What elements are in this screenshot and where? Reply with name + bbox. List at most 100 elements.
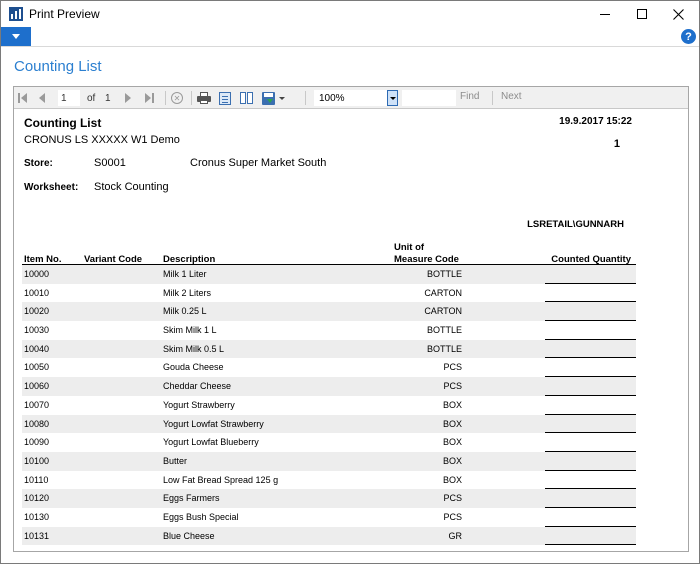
printer-icon (197, 92, 211, 104)
item-no-cell: 10120 (24, 493, 50, 504)
item-no-cell: 10000 (24, 269, 50, 279)
item-no-cell: 10080 (24, 418, 50, 429)
item-no-cell: 10030 (24, 325, 50, 336)
table-row: 10070 Yogurt Strawberry BOX (22, 396, 636, 415)
counted-quantity-line (545, 544, 636, 546)
ribbon-menu-button[interactable] (1, 27, 31, 46)
description-cell: Milk 2 Liters (163, 287, 212, 298)
item-no-cell: 10050 (24, 362, 50, 373)
minimize-icon (600, 13, 610, 15)
chevron-down-icon (12, 34, 20, 39)
uom-cell: PCS (443, 362, 462, 373)
stop-icon: ✕ (171, 92, 183, 104)
stop-button[interactable]: ✕ (171, 90, 183, 106)
report-page-number: 1 (613, 138, 620, 150)
next-page-button[interactable] (125, 90, 131, 106)
table-row: 10010 Milk 2 Liters CARTON (22, 284, 636, 303)
window-title: Print Preview (29, 7, 100, 21)
report-datetime: 19.9.2017 15:22 (559, 116, 632, 127)
minimize-button[interactable] (588, 1, 622, 27)
description-cell: Eggs Bush Special (163, 511, 239, 522)
zoom-select[interactable]: 100% (314, 90, 398, 106)
first-page-icon (18, 93, 28, 103)
total-pages-label: 1 (105, 92, 111, 104)
export-dropdown-icon (279, 96, 285, 100)
ribbon-bar: ? (1, 27, 699, 47)
print-layout-icon (219, 91, 231, 105)
item-no-cell: 10020 (24, 306, 50, 317)
item-no-cell: 10040 (24, 343, 50, 354)
column-header-uom-line1: Unit of (394, 242, 425, 253)
uom-cell: CARTON (424, 306, 462, 317)
uom-cell: PCS (443, 381, 462, 392)
maximize-icon (637, 9, 647, 19)
description-cell: Gouda Cheese (163, 362, 224, 373)
table-row: 10100 Butter BOX (22, 451, 636, 471)
print-layout-button[interactable] (219, 90, 231, 106)
find-link[interactable]: Find (460, 91, 479, 102)
description-cell: Butter (163, 455, 188, 466)
report-viewer: 1 of 1 ✕ 100% Find Next Counting List 19… (13, 86, 689, 552)
export-icon (262, 91, 275, 105)
next-link[interactable]: Next (501, 91, 522, 102)
last-page-button[interactable] (144, 90, 154, 106)
first-page-button[interactable] (18, 90, 28, 106)
current-page-input[interactable]: 1 (58, 90, 80, 106)
item-no-cell: 10131 (24, 530, 50, 541)
item-no-cell: 10100 (24, 455, 50, 466)
description-cell: Cheddar Cheese (163, 381, 232, 392)
description-cell: Low Fat Bread Spread 125 g (163, 474, 279, 485)
item-no-cell: 10010 (24, 287, 50, 298)
export-button[interactable] (262, 90, 285, 106)
uom-cell: PCS (443, 493, 462, 504)
description-cell: Yogurt Lowfat Blueberry (163, 437, 259, 448)
description-cell: Blue Cheese (163, 530, 215, 541)
description-cell: Milk 1 Liter (163, 269, 207, 279)
counting-table-body: 10000 Milk 1 Liter BOTTLE 10010 Milk 2 Liter… (22, 265, 636, 546)
report-toolbar: 1 of 1 ✕ 100% Find Next (14, 87, 688, 109)
chevron-down-icon (389, 96, 396, 100)
table-row: 10000 Milk 1 Liter BOTTLE (22, 265, 636, 284)
uom-cell: BOTTLE (426, 269, 462, 279)
store-code: S0001 (94, 157, 126, 169)
print-button[interactable] (197, 90, 211, 106)
description-cell: Yogurt Lowfat Strawberry (163, 418, 264, 429)
description-cell: Eggs Farmers (163, 493, 220, 504)
table-row: 10030 Skim Milk 1 L BOTTLE (22, 321, 636, 340)
store-name: Cronus Super Market South (190, 157, 327, 169)
close-icon (672, 8, 684, 20)
zoom-dropdown-button[interactable] (387, 90, 398, 106)
item-no-cell: 10090 (24, 437, 50, 448)
worksheet-label: Worksheet: (24, 182, 79, 193)
table-row: 10020 Milk 0.25 L CARTON (22, 302, 636, 322)
page-title: Counting List (14, 58, 102, 75)
company-name: CRONUS LS XXXXX W1 Demo (24, 134, 180, 146)
table-row: 10090 Yogurt Lowfat Blueberry BOX (22, 433, 636, 452)
report-title: Counting List (24, 116, 102, 130)
worksheet-name: Stock Counting (94, 181, 169, 193)
table-row: 10110 Low Fat Bread Spread 125 g BOX (22, 471, 636, 490)
page-setup-button[interactable] (240, 90, 254, 106)
maximize-button[interactable] (625, 1, 659, 27)
find-text-input[interactable] (402, 90, 456, 106)
uom-cell: PCS (443, 511, 462, 522)
of-label: of (87, 92, 96, 104)
item-no-cell: 10070 (24, 399, 50, 410)
help-icon[interactable]: ? (681, 29, 696, 44)
description-cell: Milk 0.25 L (163, 306, 207, 317)
table-row: 10120 Eggs Farmers PCS (22, 489, 636, 508)
previous-page-button[interactable] (39, 90, 45, 106)
print-preview-window: Print Preview ? Counting List 1 of 1 ✕ 1… (0, 0, 700, 564)
item-no-cell: 10110 (24, 474, 49, 485)
title-bar: Print Preview (1, 1, 699, 27)
table-row: 10040 Skim Milk 0.5 L BOTTLE (22, 339, 636, 359)
description-cell: Yogurt Strawberry (163, 399, 235, 410)
report-page: Counting List 19.9.2017 15:22 CRONUS LS … (14, 109, 688, 551)
uom-cell: BOX (442, 399, 462, 410)
close-button[interactable] (661, 1, 695, 27)
last-page-icon (144, 93, 154, 103)
uom-cell: GR (448, 530, 463, 541)
table-row: 10080 Yogurt Lowfat Strawberry BOX (22, 414, 636, 434)
uom-cell: BOX (442, 437, 462, 448)
table-row: 10050 Gouda Cheese PCS (22, 358, 636, 378)
